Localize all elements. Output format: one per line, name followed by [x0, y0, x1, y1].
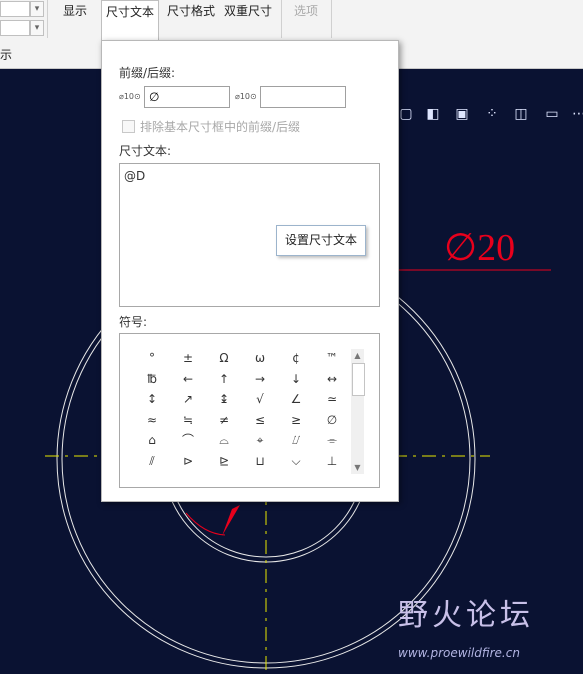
eraser-icon[interactable]: ◫ [510, 103, 532, 125]
symbol-button[interactable]: ω [242, 348, 278, 369]
symbol-scrollbar[interactable]: ▲ ▼ [351, 349, 365, 474]
tab-display[interactable]: 显示 [56, 0, 94, 26]
symbol-button[interactable]: √ [242, 389, 278, 410]
symbol-button[interactable]: ↔ [314, 369, 350, 390]
dimension-arrow [222, 505, 240, 536]
tab-dual-dimension[interactable]: 双重尺寸 [222, 0, 274, 26]
divider [47, 0, 48, 38]
ribbon-combo-1[interactable] [0, 1, 30, 17]
group-label: 示 [0, 48, 13, 62]
box-plus-icon[interactable]: ▣ [451, 103, 473, 125]
symbol-button[interactable]: ∅ [314, 410, 350, 431]
symbol-button[interactable]: ° [134, 348, 170, 369]
ribbon-combo-2[interactable] [0, 20, 30, 36]
suffix-icon: ⌀10⊙ [235, 92, 257, 101]
symbol-button[interactable]: ⌒ [170, 430, 206, 451]
symbol-button[interactable]: ↕ [134, 389, 170, 410]
watermark-url: www.proewildfire.cn [398, 646, 520, 660]
symbol-button[interactable]: ↓ [278, 369, 314, 390]
symbol-button[interactable]: ⌂ [134, 430, 170, 451]
exclude-prefix-checkbox[interactable] [122, 120, 135, 133]
symbol-button[interactable]: ¢ [278, 348, 314, 369]
symbol-button[interactable]: ⊔ [242, 451, 278, 472]
tab-dimension-format[interactable]: 尺寸格式 [165, 0, 217, 26]
scroll-up-icon[interactable]: ▲ [351, 349, 364, 362]
symbol-button[interactable]: ↨ [206, 389, 242, 410]
symbol-button[interactable]: ⊳ [170, 451, 206, 472]
watermark-title: 野火论坛 [398, 598, 534, 633]
symbol-button[interactable]: → [242, 369, 278, 390]
symbol-button[interactable]: ⌯ [314, 430, 350, 451]
dimension-text-area[interactable]: @D 设置尺寸文本 [119, 163, 380, 307]
dimension-text-value: @D [124, 169, 146, 183]
symbol-button[interactable]: ≥ [278, 410, 314, 431]
tab-options[interactable]: 选项 [288, 0, 324, 26]
dimension-text-label: 尺寸文本: [119, 144, 172, 158]
symbol-button[interactable]: ⊵ [206, 451, 242, 472]
box-icon[interactable]: ◧ [422, 103, 444, 125]
symbols-label: 符号: [119, 315, 148, 329]
symbol-palette: ° ± Ωω ¢ ™ ℔ ← ↑ → ↓ ↔ ↕ ↗ ↨ √ ∠ ≃ ≈ ≒ ≠ ≤ ≥ ∅ ⌂ ⌒ ⌓ ⌖ ⌰ ⌯ ⫽ ⊳ ⊵ ⊔ ⌵ ⊥ ▲ ▼ [119, 333, 380, 488]
symbol-button[interactable]: ≒ [170, 410, 206, 431]
symbol-button[interactable]: ↑ [206, 369, 242, 390]
flag-icon[interactable]: ▭ [541, 103, 563, 125]
symbol-button[interactable]: ± [170, 348, 206, 369]
scroll-thumb[interactable] [352, 363, 365, 396]
symbol-button[interactable]: ≃ [314, 389, 350, 410]
symbol-button[interactable]: ↗ [170, 389, 206, 410]
divider [281, 0, 282, 38]
tab-dimension-text[interactable]: 尺寸文本 [101, 0, 159, 41]
prefix-suffix-label: 前缀/后缀: [119, 66, 176, 80]
chevron-down-icon[interactable]: ▾ [30, 1, 44, 17]
symbol-button[interactable]: Ω [206, 348, 242, 369]
dimension-arc [185, 512, 226, 536]
symbol-button[interactable]: ∠ [278, 389, 314, 410]
prefix-input[interactable] [144, 86, 230, 108]
symbol-button[interactable]: ≤ [242, 410, 278, 431]
symbol-button[interactable]: ⫽ [134, 451, 170, 472]
suffix-input[interactable] [260, 86, 346, 108]
symbol-button[interactable]: ™ [314, 348, 350, 369]
tooltip: 设置尺寸文本 [276, 225, 366, 256]
dimension-text: ∅20 [444, 227, 515, 269]
symbol-button[interactable]: ⌓ [206, 430, 242, 451]
more-icon[interactable]: ⋯ [568, 103, 583, 125]
trim-icon[interactable]: ⁘ [481, 103, 503, 125]
symbol-button[interactable]: ≈ [134, 410, 170, 431]
chevron-down-icon[interactable]: ▾ [30, 20, 44, 36]
prefix-icon: ⌀10⊙ [119, 92, 141, 101]
symbol-button[interactable]: ≠ [206, 410, 242, 431]
ribbon: ▾ ▾ 显示 尺寸文本 尺寸格式 双重尺寸 选项 [0, 0, 583, 41]
exclude-prefix-label: 排除基本尺寸框中的前缀/后缀 [140, 120, 301, 134]
symbol-button[interactable]: ⌖ [242, 430, 278, 451]
divider [331, 0, 332, 38]
symbol-button[interactable]: ⊥ [314, 451, 350, 472]
cad-toolbar: ▢ ◧ ▣ ⁘ ◫ ▭ ⋯ [395, 103, 583, 129]
symbol-button[interactable]: ⌰ [278, 430, 314, 451]
symbol-button[interactable]: ℔ [134, 369, 170, 390]
symbol-button[interactable]: ⌵ [278, 451, 314, 472]
dimension-text-panel: 前缀/后缀: ⌀10⊙ ⌀10⊙ 排除基本尺寸框中的前缀/后缀 尺寸文本: @D… [101, 40, 399, 502]
scroll-down-icon[interactable]: ▼ [351, 461, 364, 474]
ribbon-left-controls: ▾ ▾ [0, 0, 44, 38]
symbol-button[interactable]: ← [170, 369, 206, 390]
